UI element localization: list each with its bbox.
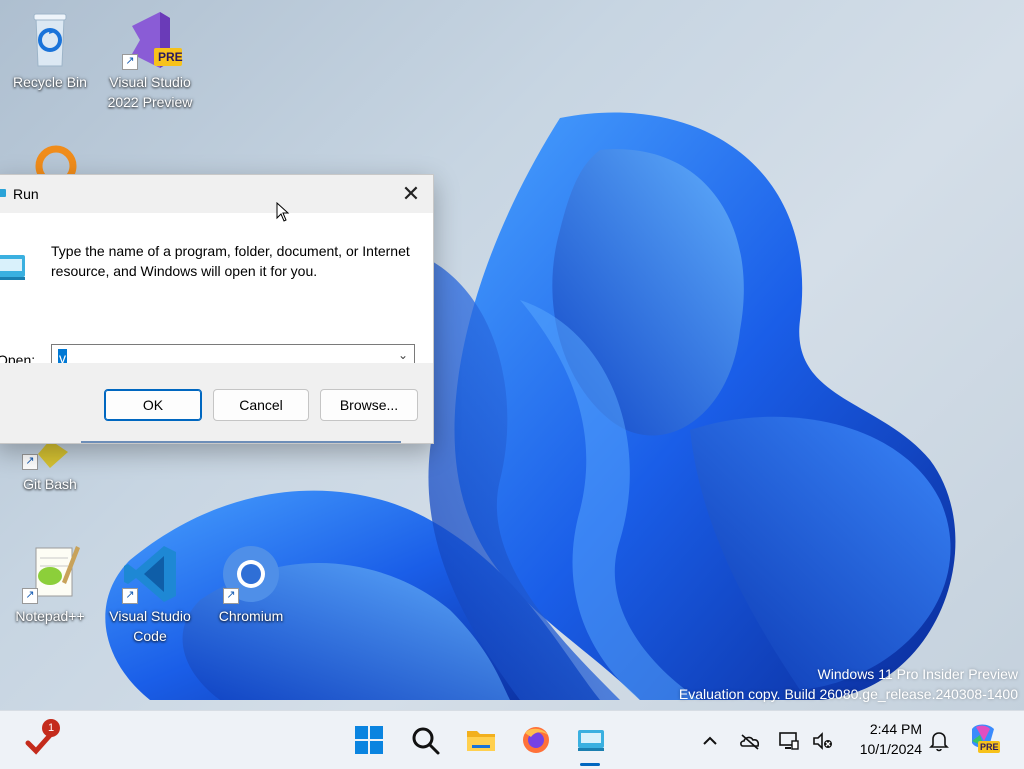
browse-button[interactable]: Browse... [320,389,418,421]
shortcut-arrow-icon: ↗ [122,588,138,604]
notification-app-button[interactable]: 1 [24,719,64,759]
start-button[interactable] [352,723,386,757]
git-bash-icon: ↗ [18,440,82,474]
clock-date: 10/1/2024 [859,741,922,757]
run-titlebar[interactable]: Run ✕ [0,175,433,213]
notification-badge: 1 [42,719,60,737]
desktop-icon-label: Visual Studio Code [109,608,191,644]
firefox-icon[interactable] [519,723,553,757]
desktop-icon-label: Git Bash [23,476,77,492]
search-icon[interactable] [408,723,442,757]
run-body: Type the name of a program, folder, docu… [0,213,433,372]
blender-icon[interactable] [34,144,78,174]
run-app-icon [0,189,6,197]
shortcut-arrow-icon: ↗ [122,54,138,70]
onedrive-offline-icon[interactable] [738,729,762,753]
notepad-plus-plus-icon: ↗ [18,542,82,606]
pre-badge-text: PRE [158,50,183,64]
active-app-indicator [580,763,600,766]
taskbar: 1 2:44 PM 10/1/2024 PRE [0,710,1024,769]
ok-button[interactable]: OK [104,389,202,421]
volume-muted-icon[interactable] [811,729,835,753]
build-watermark: Windows 11 Pro Insider Preview Evaluatio… [679,664,1018,704]
file-explorer-icon[interactable] [464,723,498,757]
clock[interactable]: 2:44 PM 10/1/2024 [860,719,922,759]
vscode-icon: ↗ [118,542,182,606]
run-taskbar-icon[interactable] [574,723,608,757]
cancel-button[interactable]: Cancel [213,389,309,421]
desktop-icon-label: Recycle Bin [13,74,87,90]
window-resize-edge [81,441,401,443]
recycle-bin-icon [18,8,82,72]
run-dialog: Run ✕ Type the name of a program, folder… [0,174,434,444]
close-icon: ✕ [401,181,421,206]
desktop-icon-label: Chromium [218,608,284,624]
bell-icon[interactable] [927,729,951,753]
desktop-icon-visual-studio-preview[interactable]: PRE ↗ Visual Studio 2022 Preview [102,8,198,112]
run-description: Type the name of a program, folder, docu… [51,243,410,279]
watermark-build: Evaluation copy. Build 26080.ge_release.… [678,686,1018,702]
clock-time: 2:44 PM [869,721,922,737]
desktop-icon-label: Visual Studio 2022 Preview [107,74,193,110]
desktop-icon-notepad-plus-plus[interactable]: ↗ Notepad++ [2,542,98,626]
network-icon[interactable] [777,729,801,753]
copilot-pre-badge: PRE [980,742,999,752]
mouse-cursor-icon [276,202,290,222]
chromium-icon: ↗ [219,542,283,606]
watermark-edition: Windows 11 Pro Insider Preview [817,666,1018,682]
desktop-icon-vscode[interactable]: ↗ Visual Studio Code [102,542,198,646]
run-title: Run [13,186,39,202]
shortcut-arrow-icon: ↗ [223,588,239,604]
copilot-button[interactable]: PRE [966,721,1004,759]
visual-studio-preview-icon: PRE ↗ [118,8,183,72]
desktop-icon-git-bash[interactable]: ↗ Git Bash [2,440,98,494]
shortcut-arrow-icon: ↗ [22,588,38,604]
chevron-up-icon[interactable] [698,729,722,753]
shortcut-arrow-icon: ↗ [22,454,38,470]
run-program-icon [0,255,25,280]
close-button[interactable]: ✕ [389,175,433,213]
desktop-icon-chromium[interactable]: ↗ Chromium [203,542,299,626]
desktop-icon-recycle-bin[interactable]: Recycle Bin [2,8,98,92]
desktop-icon-label: Notepad++ [15,608,85,624]
chevron-down-icon[interactable]: ⌄ [398,348,408,362]
